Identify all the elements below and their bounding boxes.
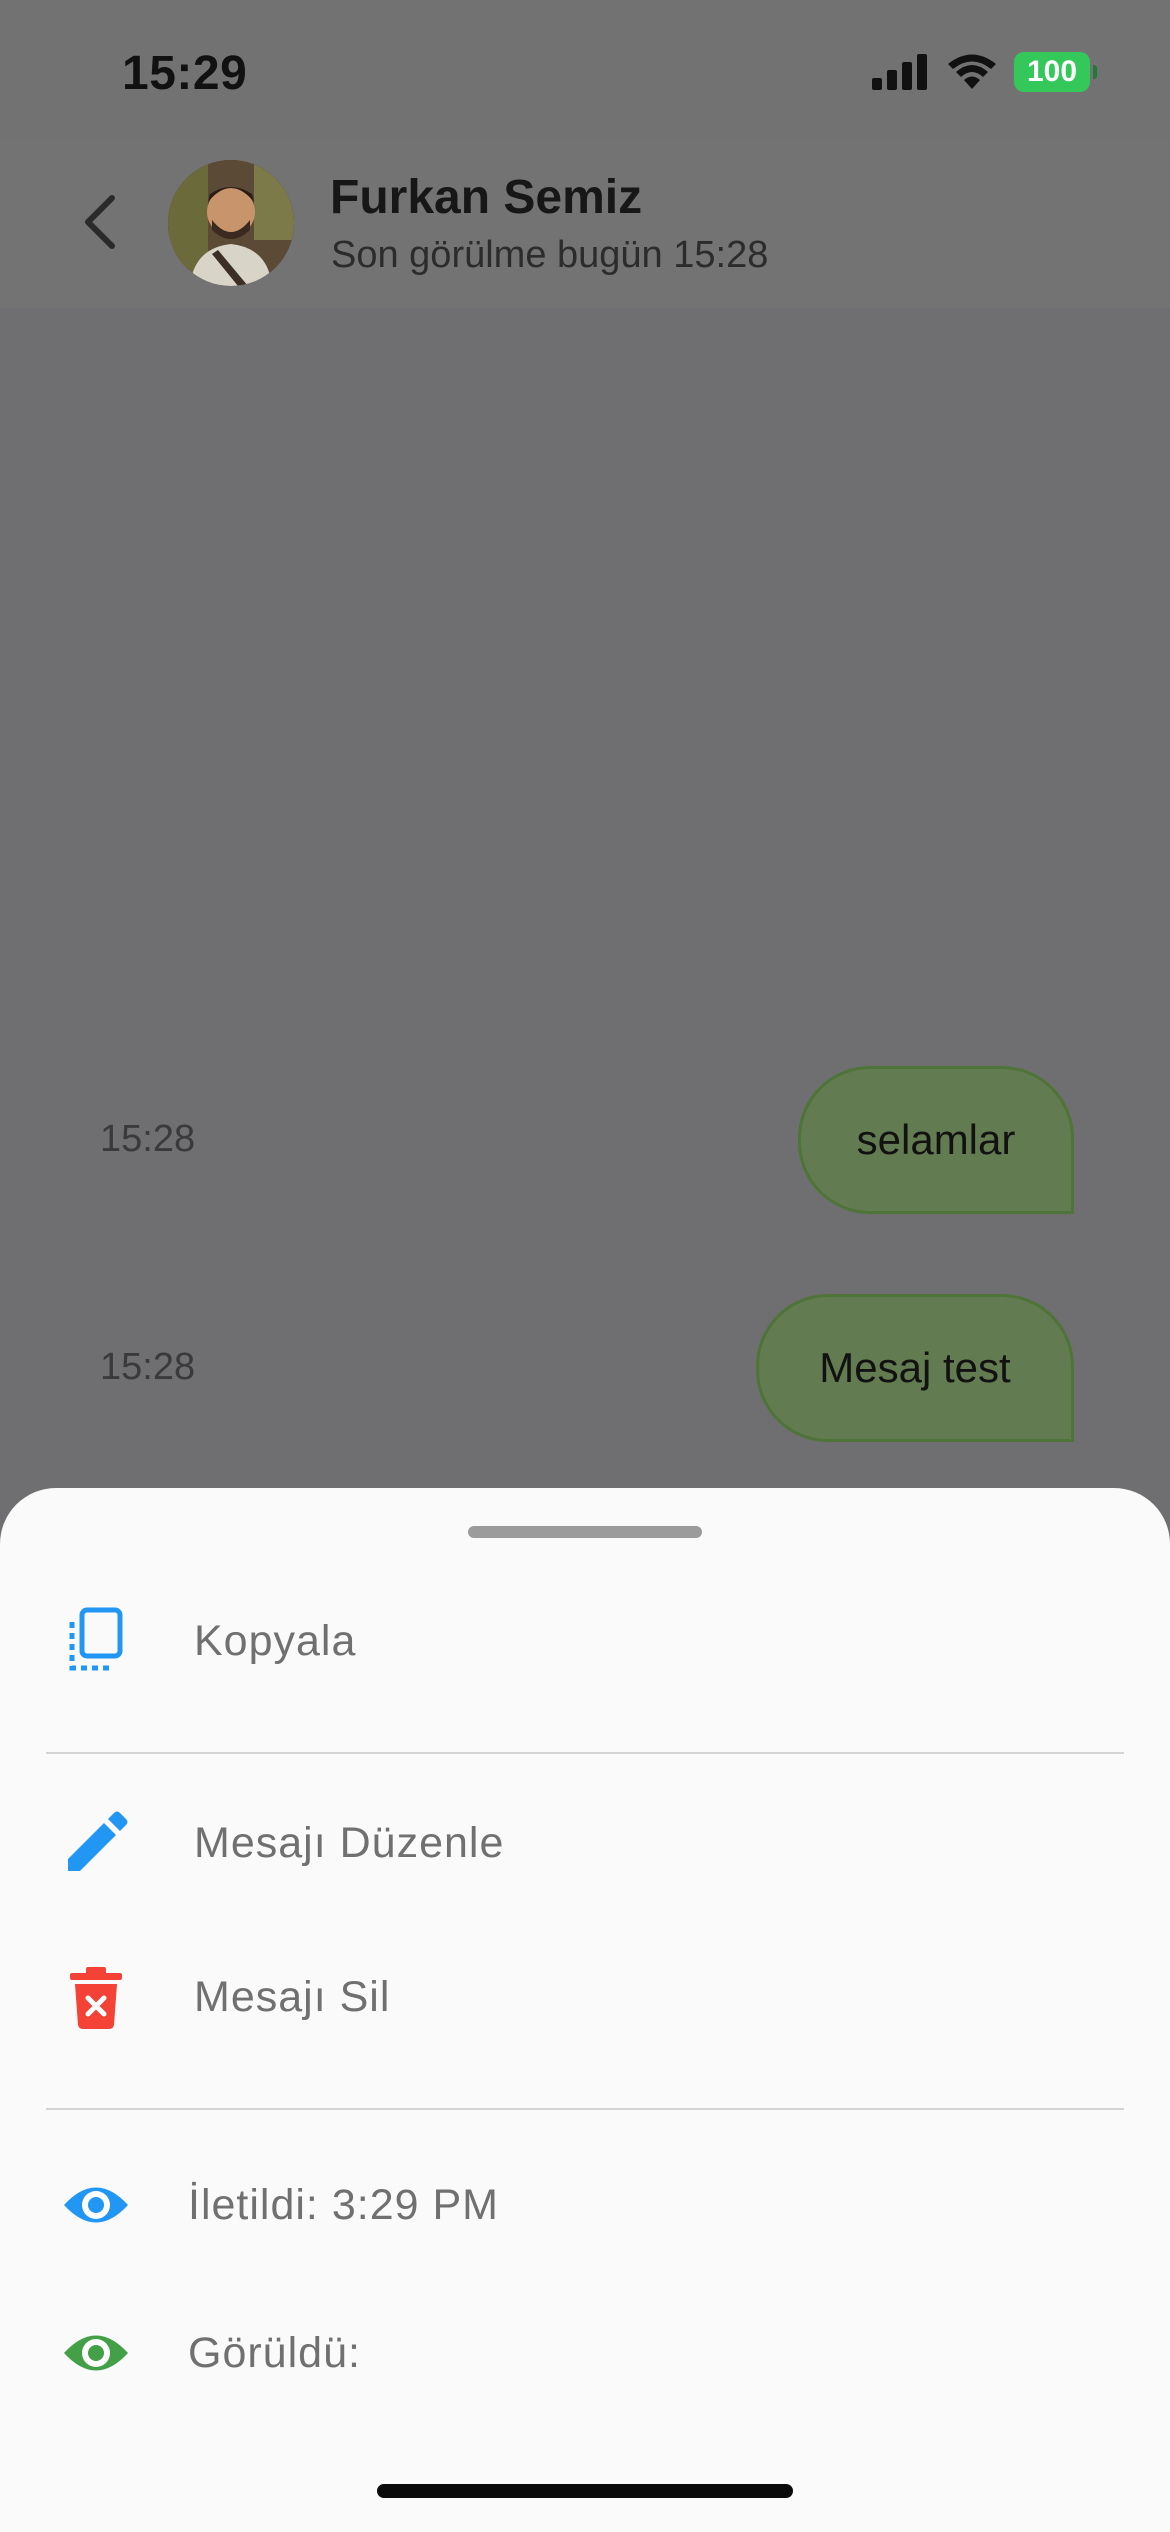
eye-icon [58,2288,134,2418]
contact-name[interactable]: Furkan Semiz [330,170,642,225]
copy-option[interactable]: Kopyala [0,1576,1170,1706]
message-row: 15:28 Mesaj test [0,1294,1170,1446]
status-bar: 15:29 100 [0,0,1170,140]
status-icons: 100 [872,52,1097,92]
avatar-photo [168,160,294,286]
message-bubble[interactable]: Mesaj test [756,1294,1074,1442]
copy-label: Kopyala [194,1616,357,1665]
delete-message-label: Mesajı Sil [194,1972,391,2021]
chevron-left-icon [85,195,115,249]
seen-label: Görüldü: [188,2328,361,2377]
edit-message-option[interactable]: Mesajı Düzenle [0,1778,1170,1908]
edit-message-label: Mesajı Düzenle [194,1818,505,1867]
copy-icon [58,1576,134,1706]
battery-level: 100 [1026,55,1078,88]
divider [46,1752,1124,1754]
wifi-icon [948,54,996,89]
home-indicator[interactable] [377,2484,793,2498]
message-bubble[interactable]: selamlar [798,1066,1074,1214]
chat-header: Furkan Semiz Son görülme bugün 15:28 [0,140,1170,308]
message-time: 15:28 [100,1118,196,1160]
delete-message-option[interactable]: Mesajı Sil [0,1932,1170,2062]
divider [46,2108,1124,2110]
status-time: 15:29 [122,47,248,100]
cellular-signal-icon [872,54,927,90]
message-options-sheet: Kopyala Mesajı Düzenle Mesajı Sil İletil… [0,1488,1170,2532]
battery-indicator: 100 [1014,52,1097,92]
avatar[interactable] [168,160,294,286]
message-row: 15:28 selamlar [0,1066,1170,1218]
delivered-label: İletildi: 3:29 PM [188,2180,499,2229]
last-seen-status: Son görülme bugün 15:28 [331,234,769,276]
drag-handle[interactable] [468,1526,702,1538]
message-time: 15:28 [100,1346,196,1388]
seen-info: Görüldü: [0,2288,1170,2418]
trash-icon [58,1932,134,2062]
back-button[interactable] [60,182,140,262]
pencil-icon [58,1778,134,1908]
eye-icon [58,2140,134,2270]
delivered-info: İletildi: 3:29 PM [0,2140,1170,2270]
